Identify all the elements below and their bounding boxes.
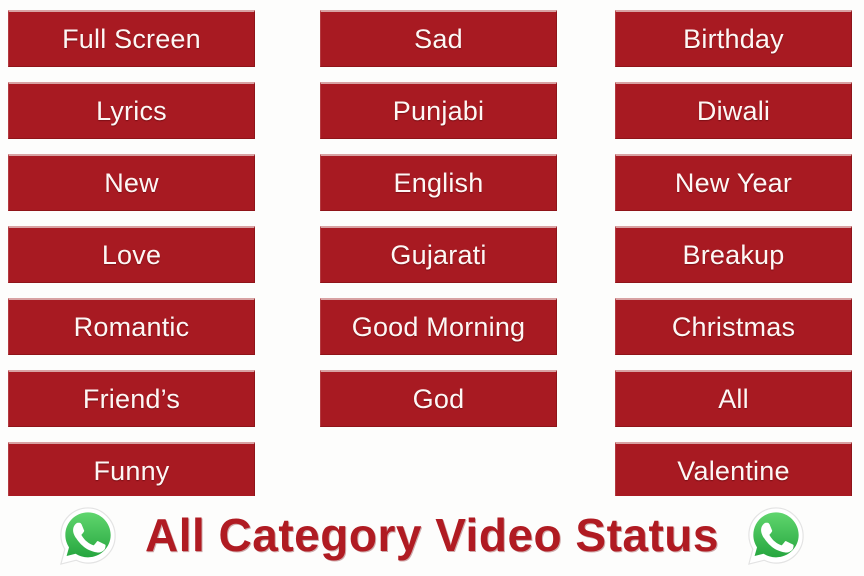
- category-button-valentine[interactable]: Valentine: [615, 442, 852, 499]
- category-button-breakup[interactable]: Breakup: [615, 226, 852, 283]
- footer-banner: All Category Video Status: [0, 496, 864, 576]
- category-button-new[interactable]: New: [8, 154, 255, 211]
- category-button-good-morning[interactable]: Good Morning: [320, 298, 557, 355]
- category-button-love[interactable]: Love: [8, 226, 255, 283]
- app-root: Full Screen Lyrics New Love Romantic Friend’s…: [0, 0, 864, 576]
- category-grid: Full Screen Lyrics New Love Romantic Friend’s…: [0, 0, 864, 500]
- category-button-full-screen[interactable]: Full Screen: [8, 10, 255, 67]
- whatsapp-icon: [57, 505, 119, 567]
- whatsapp-icon: [745, 505, 807, 567]
- category-column-3: Birthday Diwali New Year Breakup Christmas Al…: [615, 0, 852, 499]
- category-button-gujarati[interactable]: Gujarati: [320, 226, 557, 283]
- category-button-all[interactable]: All: [615, 370, 852, 427]
- category-button-birthday[interactable]: Birthday: [615, 10, 852, 67]
- page-title: All Category Video Status: [144, 508, 719, 561]
- category-button-god[interactable]: God: [320, 370, 557, 427]
- category-button-funny[interactable]: Funny: [8, 442, 255, 499]
- category-button-friend-s[interactable]: Friend’s: [8, 370, 255, 427]
- category-button-english[interactable]: English: [320, 154, 557, 211]
- category-button-sad[interactable]: Sad: [320, 10, 557, 67]
- category-button-lyrics[interactable]: Lyrics: [8, 82, 255, 139]
- category-button-punjabi[interactable]: Punjabi: [320, 82, 557, 139]
- category-button-romantic[interactable]: Romantic: [8, 298, 255, 355]
- category-button-christmas[interactable]: Christmas: [615, 298, 852, 355]
- category-column-1: Full Screen Lyrics New Love Romantic Friend’s…: [8, 0, 255, 499]
- category-column-2: Sad Punjabi English Gujarati Good Morning God: [320, 0, 557, 499]
- category-button-diwali[interactable]: Diwali: [615, 82, 852, 139]
- category-button-new-year[interactable]: New Year: [615, 154, 852, 211]
